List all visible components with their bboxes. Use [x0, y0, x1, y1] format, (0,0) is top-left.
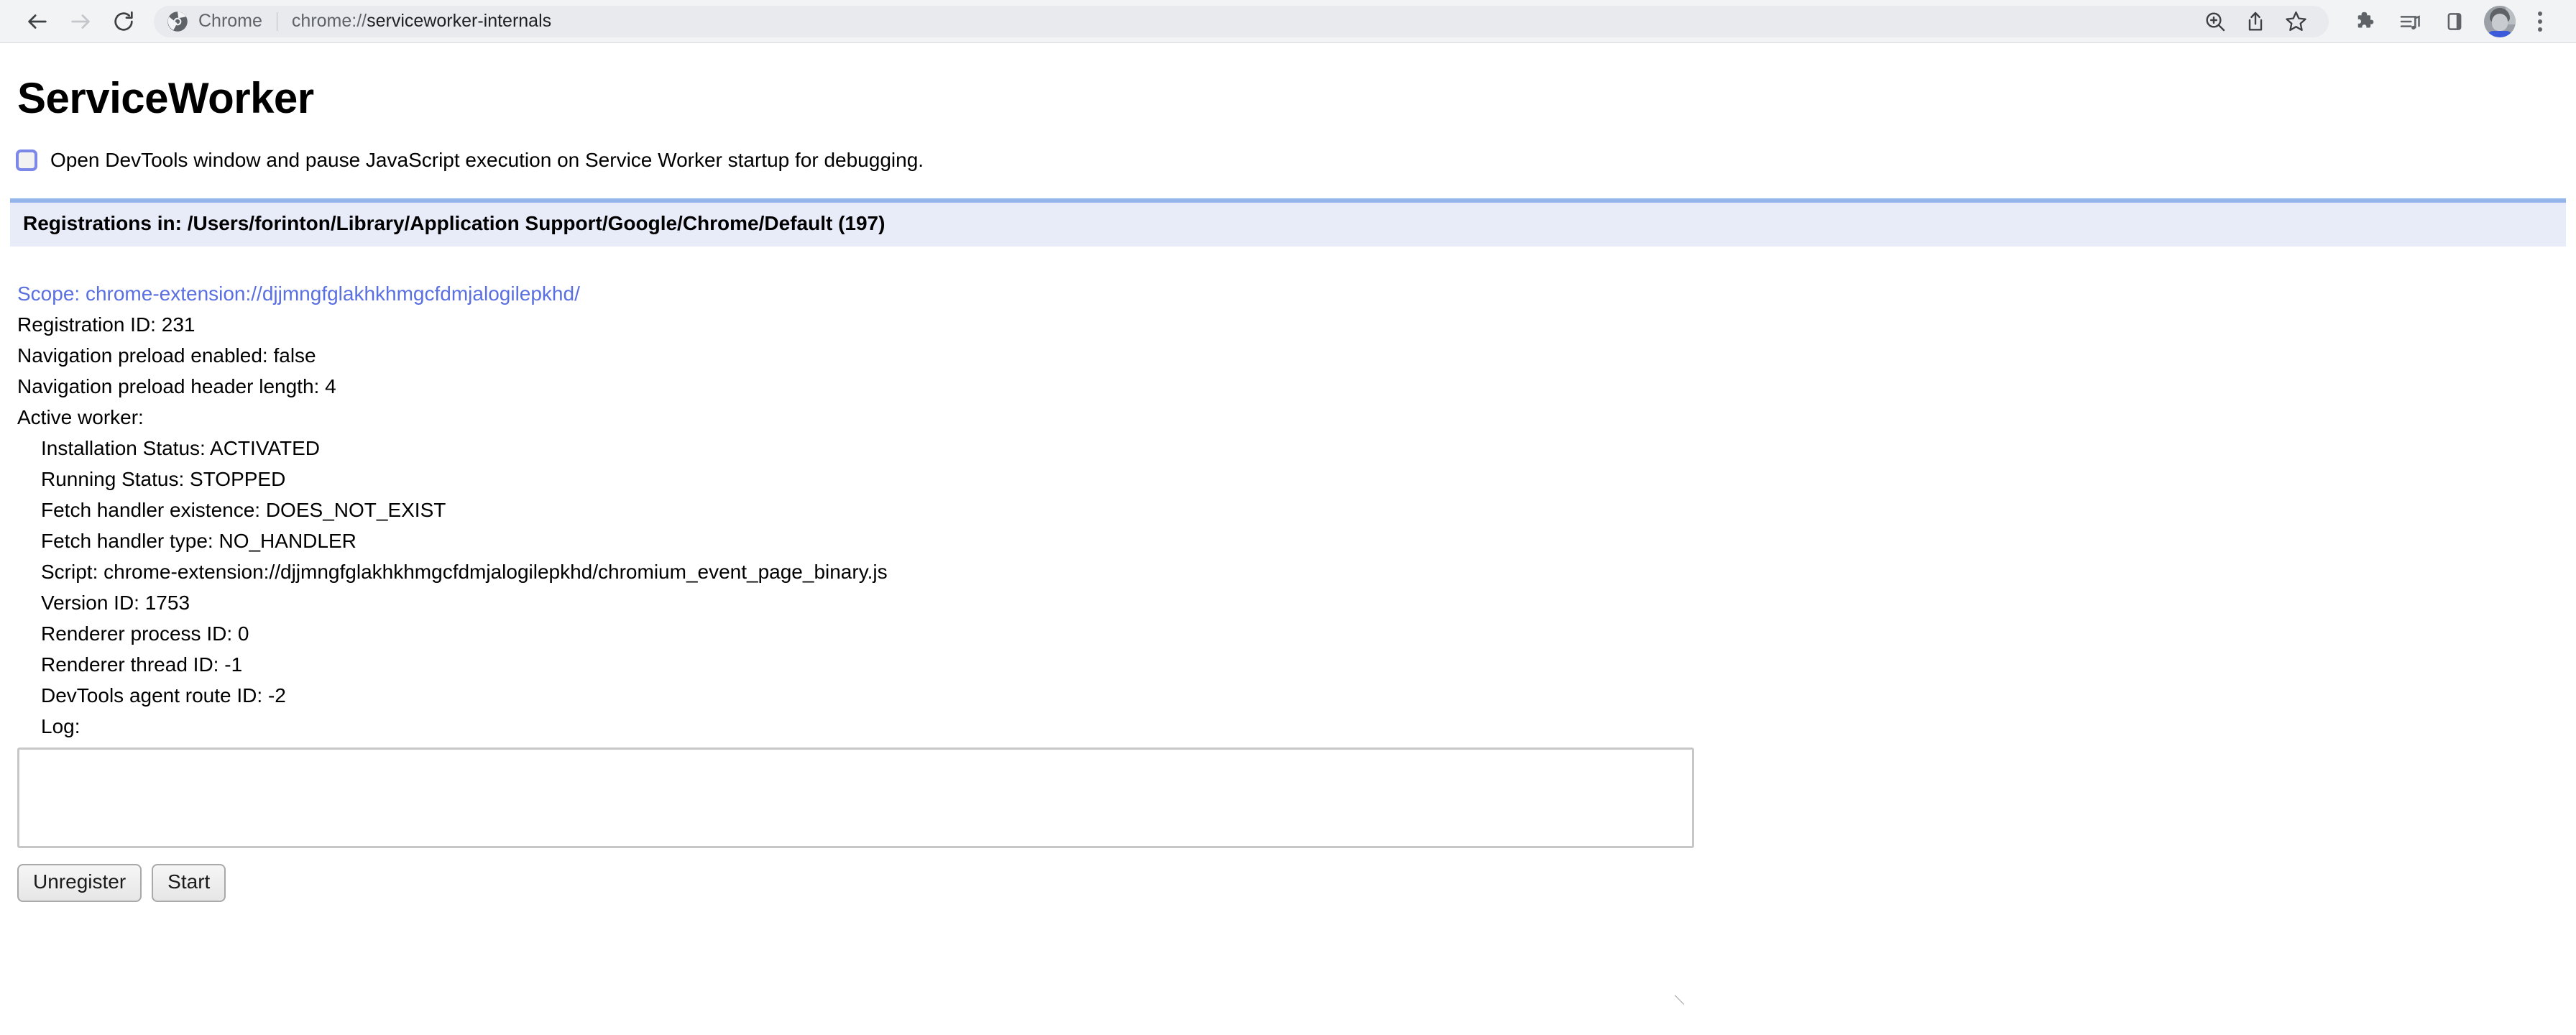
running-status-line: Running Status: STOPPED [41, 467, 286, 490]
arrow-left-icon [25, 9, 50, 34]
back-button[interactable] [16, 0, 59, 43]
side-panel-icon[interactable] [2434, 1, 2475, 42]
renderer-thread-id-line: Renderer thread ID: -1 [41, 653, 243, 676]
registration-actions: Unregister Start [17, 863, 2576, 902]
omnibox-url-text: chrome://serviceworker-internals [292, 11, 2195, 32]
bookmark-star-icon[interactable] [2276, 1, 2316, 42]
address-bar[interactable]: Chrome chrome://serviceworker-internals [154, 5, 2329, 37]
share-icon[interactable] [2235, 1, 2276, 42]
menu-dot [2538, 19, 2542, 24]
textarea-resize-handle[interactable] [1673, 993, 1685, 1006]
browser-toolbar: Chrome chrome://serviceworker-internals [0, 0, 2576, 43]
omnibox-actions [2195, 1, 2316, 42]
page-content: ServiceWorker Open DevTools window and p… [0, 75, 2576, 1035]
omnibox-url-path: serviceworker-internals [367, 11, 552, 31]
registration-scope-link[interactable]: Scope: chrome-extension://djjmngfglakhkh… [17, 278, 2576, 309]
reload-icon [111, 9, 136, 34]
navigation-preload-header-length-line: Navigation preload header length: 4 [17, 374, 336, 397]
fetch-handler-existence-line: Fetch handler existence: DOES_NOT_EXIST [41, 498, 446, 521]
devtools-option-row: Open DevTools window and pause JavaScrip… [16, 150, 2576, 171]
toolbar-right-actions [2342, 1, 2557, 42]
media-playlist-icon[interactable] [2389, 1, 2431, 42]
zoom-in-icon[interactable] [2195, 1, 2235, 42]
registrations-header: Registrations in: /Users/forinton/Librar… [10, 198, 2566, 247]
fetch-handler-type-line: Fetch handler type: NO_HANDLER [41, 529, 356, 552]
avatar-face [2492, 13, 2508, 31]
navigation-preload-enabled-line: Navigation preload enabled: false [17, 344, 316, 367]
log-textarea[interactable] [17, 747, 1694, 848]
omnibox-url-scheme: chrome:// [291, 11, 367, 31]
extensions-puzzle-icon[interactable] [2345, 1, 2386, 42]
avatar-shirt [2487, 30, 2513, 37]
reload-button[interactable] [102, 0, 145, 43]
chrome-logo-icon [167, 11, 188, 32]
menu-dot [2538, 11, 2542, 16]
arrow-right-icon [68, 9, 93, 34]
menu-dot [2538, 27, 2542, 32]
profile-avatar[interactable] [2484, 5, 2516, 37]
unregister-button[interactable]: Unregister [17, 863, 142, 902]
registration-id-line: Registration ID: 231 [17, 313, 196, 336]
devtools-debug-checkbox[interactable] [16, 150, 37, 171]
script-line: Script: chrome-extension://djjmngfglakhk… [41, 560, 888, 583]
devtools-debug-label: Open DevTools window and pause JavaScrip… [50, 149, 924, 171]
page-title: ServiceWorker [17, 74, 314, 122]
version-id-line: Version ID: 1753 [41, 591, 190, 614]
installation-status-line: Installation Status: ACTIVATED [41, 436, 321, 459]
forward-button[interactable] [59, 0, 102, 43]
active-worker-label: Active worker: [17, 405, 144, 428]
log-label: Log: [41, 714, 80, 737]
registrations-header-text: Registrations in: /Users/forinton/Librar… [23, 212, 886, 234]
omnibox-chrome-label: Chrome [198, 11, 262, 31]
start-button[interactable]: Start [152, 863, 226, 902]
renderer-process-id-line: Renderer process ID: 0 [41, 622, 249, 645]
registration-entry: Scope: chrome-extension://djjmngfglakhkh… [17, 278, 2576, 742]
devtools-agent-route-id-line: DevTools agent route ID: -2 [41, 684, 286, 707]
three-dot-menu-icon[interactable] [2523, 1, 2557, 42]
